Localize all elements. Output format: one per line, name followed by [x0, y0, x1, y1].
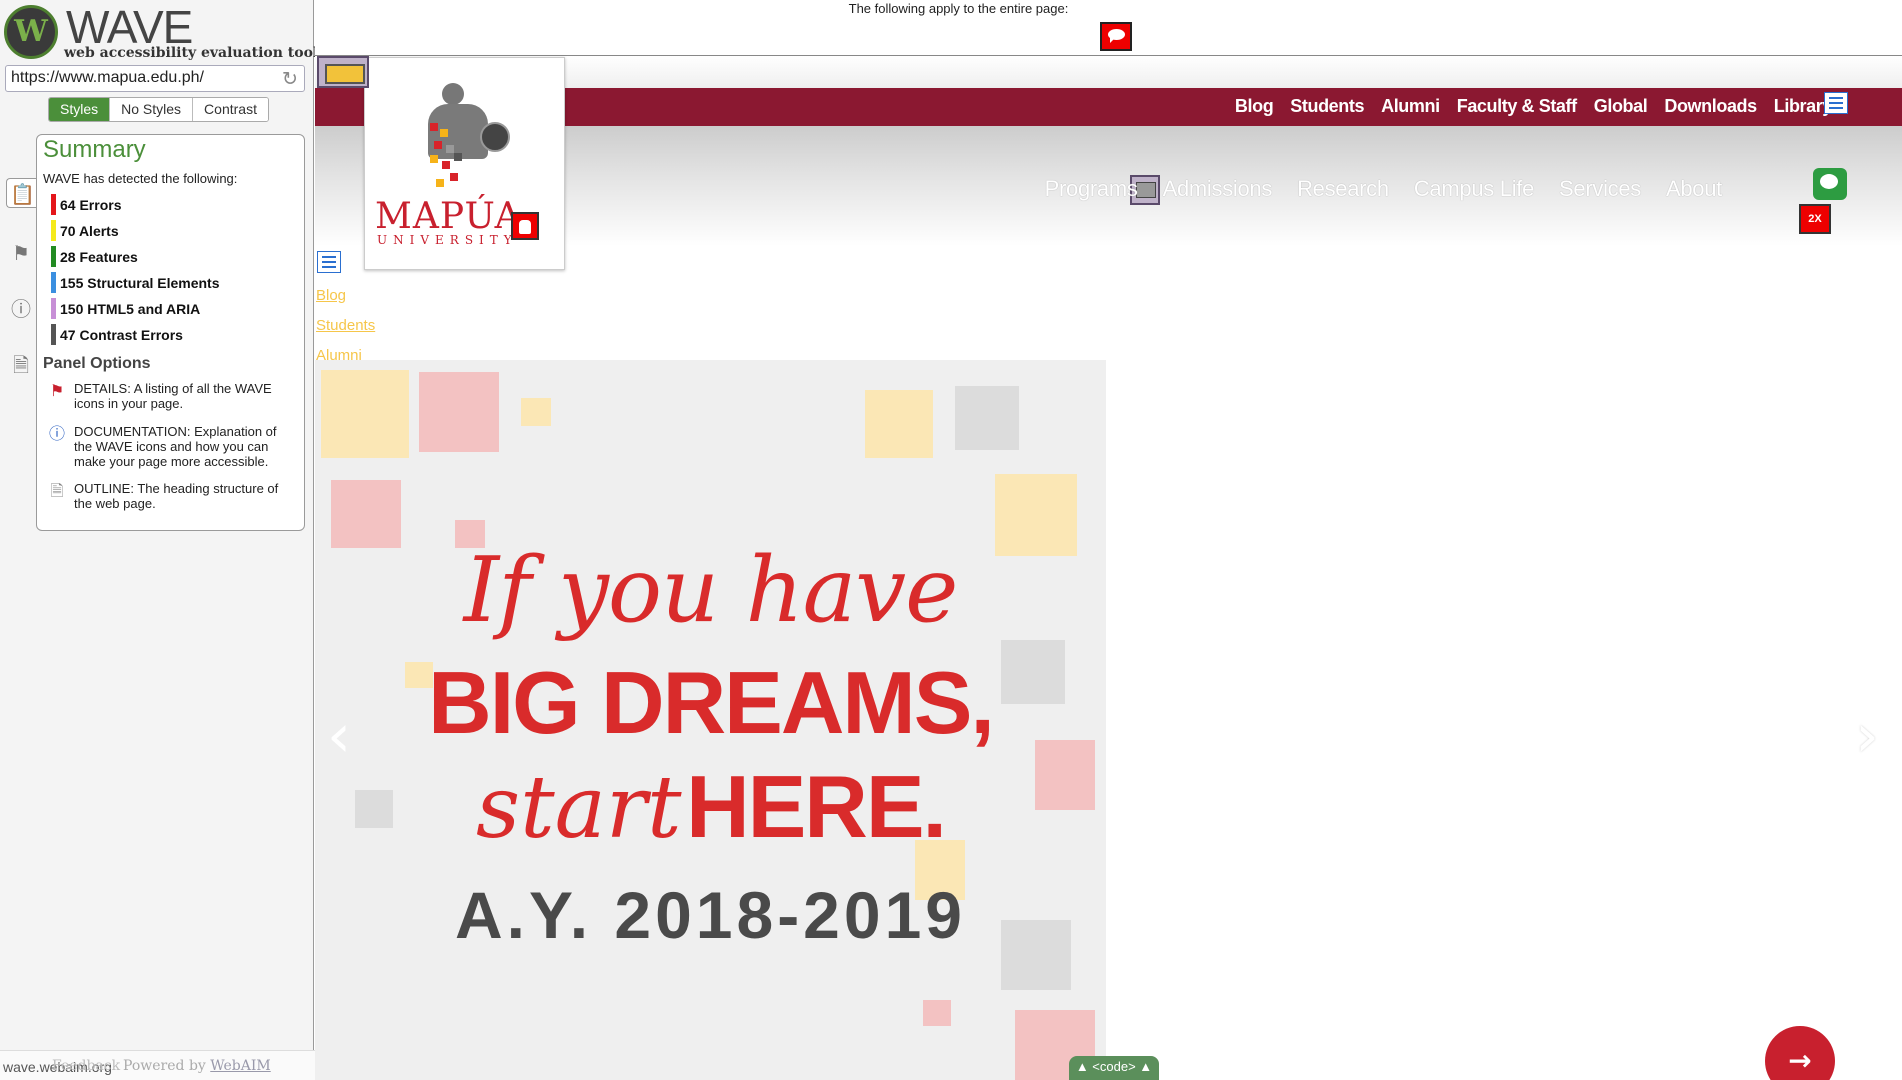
slider-next-arrow[interactable]: ›: [1855, 706, 1879, 766]
document-icon: 🗎: [50, 481, 64, 500]
hero-slider: If you have BIG DREAMS, start HERE. A.Y.…: [315, 360, 1106, 1080]
powered-by-label: Powered by: [123, 1058, 206, 1074]
panel-options-title: Panel Options: [43, 355, 151, 372]
url-input[interactable]: [11, 69, 271, 87]
feedback-link[interactable]: Feedback: [52, 1058, 120, 1074]
code-toggle-tab[interactable]: ▲ <code> ▲: [1069, 1056, 1159, 1080]
slide-line3-bold: HERE.: [686, 757, 947, 856]
top-links: Blog Students Alumni Faculty & Staff Glo…: [1235, 96, 1832, 117]
nav-programs[interactable]: Programs: [1045, 176, 1138, 202]
contrast-error-icon[interactable]: 2X: [1799, 204, 1831, 234]
nav-about[interactable]: About: [1666, 176, 1722, 202]
decor-square: [521, 398, 551, 426]
link-blog[interactable]: Blog: [316, 281, 375, 311]
top-link-downloads[interactable]: Downloads: [1664, 96, 1757, 117]
entire-page-notice: The following apply to the entire page:: [848, 1, 1069, 16]
summary-item-label: 28 Features: [60, 249, 138, 265]
structural-color-bar: [51, 272, 56, 293]
decor-square: [321, 370, 409, 458]
alerts-color-bar: [51, 220, 56, 241]
nav-admissions[interactable]: Admissions: [1163, 176, 1273, 202]
summary-item-label: 70 Alerts: [60, 223, 119, 239]
slide-academic-year: A.Y. 2018-2019: [454, 878, 966, 952]
logo-pixel-pattern: [430, 123, 470, 193]
tab-no-styles[interactable]: No Styles: [110, 98, 194, 121]
summary-intro: WAVE has detected the following:: [43, 171, 238, 186]
decor-square: [419, 372, 499, 452]
view-mode-tabs: Styles No Styles Contrast: [48, 97, 269, 122]
logo-globe-icon: [480, 122, 510, 152]
slide-headline-line3: start HERE.: [315, 756, 1106, 858]
site-logo[interactable]: MAPÚA UNIVERSITY: [364, 57, 565, 270]
aria-color-bar: [51, 298, 56, 319]
slide-line3-italic: start: [475, 758, 682, 858]
url-bar: ↻: [5, 65, 305, 92]
logo-sub: UNIVERSITY: [377, 233, 518, 247]
contrast-color-bar: [51, 324, 56, 345]
option-documentation-text: DOCUMENTATION: Explanation of the WAVE i…: [74, 424, 277, 469]
errors-color-bar: [51, 194, 56, 215]
refresh-icon[interactable]: ↻: [280, 69, 300, 89]
unordered-list-icon[interactable]: [317, 251, 341, 273]
tab-styles[interactable]: Styles: [49, 98, 111, 121]
nav-research[interactable]: Research: [1297, 176, 1389, 202]
main-nav: Programs Admissions Research Campus Life…: [1045, 176, 1723, 202]
wave-element-icon[interactable]: [317, 56, 369, 88]
slider-prev-arrow[interactable]: ‹: [327, 706, 351, 766]
wave-sidebar: WAVE web accessibility evaluation tool ↻…: [0, 0, 318, 1080]
summary-item-label: 155 Structural Elements: [60, 275, 220, 291]
option-details-text: DETAILS: A listing of all the WAVE icons…: [74, 381, 272, 411]
decor-square: [865, 390, 933, 458]
decor-square: [955, 386, 1019, 450]
webaim-link[interactable]: WebAIM: [210, 1058, 270, 1074]
option-outline[interactable]: 🗎 OUTLINE: The heading structure of the …: [47, 481, 297, 511]
logo-figure-head: [442, 83, 464, 105]
slide-headline-line2: BIG DREAMS,: [428, 653, 995, 752]
unordered-list-icon[interactable]: [1824, 92, 1848, 114]
flag-icon[interactable]: ⚑: [6, 238, 36, 268]
wave-subtitle: web accessibility evaluation tool: [64, 45, 319, 61]
powered-by: Powered by WebAIM: [123, 1058, 271, 1074]
logo-figure-icon: [420, 78, 510, 193]
top-link-global[interactable]: Global: [1594, 96, 1648, 117]
logo-name: MAPÚA: [375, 196, 522, 237]
summary-item-label: 47 Contrast Errors: [60, 327, 183, 343]
evaluated-page: The following apply to the entire page: …: [315, 0, 1902, 1080]
top-link-alumni[interactable]: Alumni: [1381, 96, 1440, 117]
nav-services[interactable]: Services: [1559, 176, 1641, 202]
top-link-blog[interactable]: Blog: [1235, 96, 1274, 117]
next-arrow-button[interactable]: →: [1765, 1026, 1835, 1080]
features-color-bar: [51, 246, 56, 267]
summary-title: Summary: [43, 136, 146, 163]
wave-feature-icon[interactable]: [1813, 168, 1847, 200]
slide-headline-line1: If you have: [463, 538, 959, 643]
summary-item-label: 64 Errors: [60, 197, 122, 213]
summary-item-label: 150 HTML5 and ARIA: [60, 301, 201, 317]
entire-page-notice-bar: The following apply to the entire page:: [315, 0, 1902, 56]
info-icon[interactable]: ⓘ: [6, 294, 36, 324]
link-students[interactable]: Students: [316, 311, 375, 341]
top-link-students[interactable]: Students: [1290, 96, 1364, 117]
skip-links: Blog Students Alumni: [316, 281, 375, 371]
wave-logo-icon: [4, 5, 58, 59]
nav-campus-life[interactable]: Campus Life: [1414, 176, 1535, 202]
info-icon: ⓘ: [48, 424, 65, 443]
speech-bubble-error-icon[interactable]: [1100, 22, 1132, 51]
summary-panel: Summary WAVE has detected the following:…: [36, 134, 305, 531]
option-outline-text: OUTLINE: The heading structure of the we…: [74, 481, 279, 511]
linked-image-error-icon[interactable]: [511, 212, 539, 240]
top-link-faculty-staff[interactable]: Faculty & Staff: [1457, 96, 1577, 117]
option-documentation[interactable]: ⓘ DOCUMENTATION: Explanation of the WAVE…: [47, 424, 297, 469]
clipboard-icon[interactable]: 📋: [6, 178, 38, 208]
document-icon[interactable]: 🗎: [6, 350, 36, 380]
wave-logo[interactable]: WAVE web accessibility evaluation tool: [4, 1, 318, 61]
decor-square: [923, 1000, 951, 1026]
option-details[interactable]: ⚑ DETAILS: A listing of all the WAVE ico…: [47, 381, 297, 411]
flag-icon: ⚑: [49, 381, 65, 400]
tab-contrast[interactable]: Contrast: [193, 98, 268, 121]
